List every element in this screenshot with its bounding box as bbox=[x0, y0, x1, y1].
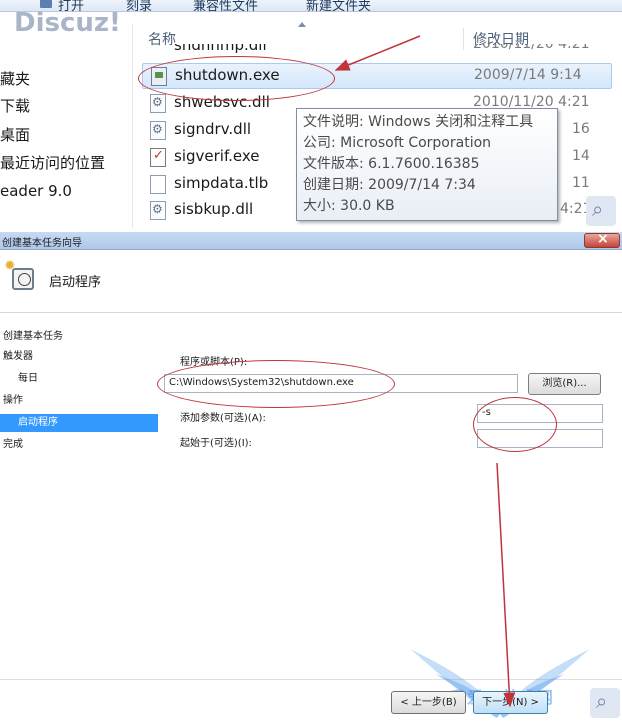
annotation-arrows bbox=[334, 35, 516, 708]
annotation-arrow-next bbox=[496, 462, 516, 708]
annotation-arrow-shutdown bbox=[334, 35, 421, 71]
